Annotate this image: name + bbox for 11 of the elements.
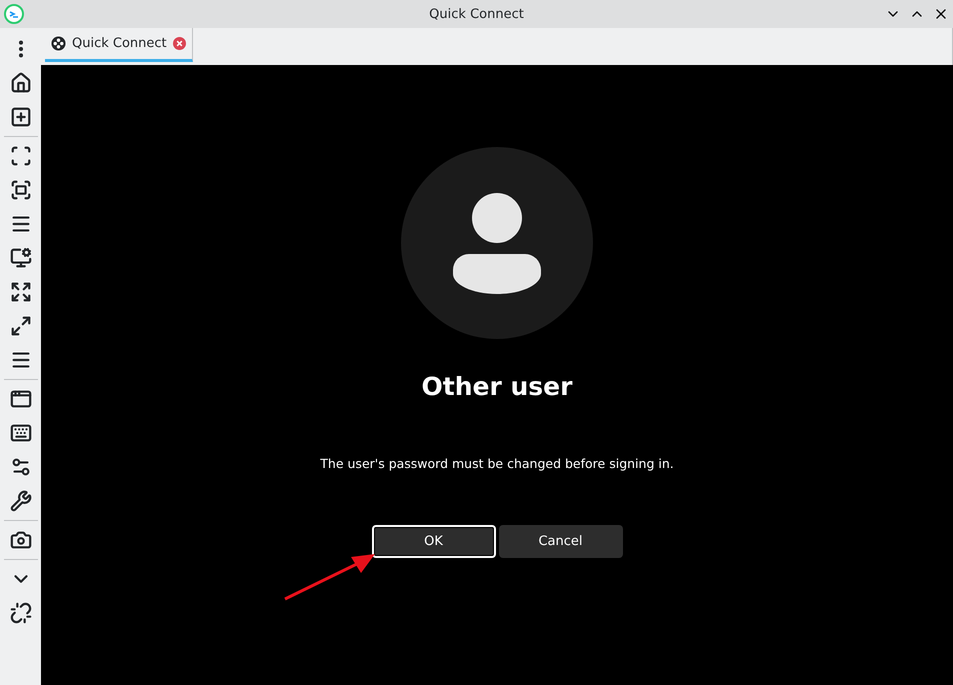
close-tab-icon[interactable] bbox=[172, 37, 186, 50]
message-text: The user's password must be changed before signing in. bbox=[320, 456, 674, 471]
ok-button[interactable]: OK bbox=[372, 525, 496, 558]
tab-label: Quick Connect bbox=[72, 36, 167, 51]
window-title: Quick Connect bbox=[429, 6, 524, 22]
tab[interactable]: Quick Connect bbox=[45, 28, 193, 62]
user-name: Other user bbox=[422, 372, 572, 401]
connection-icon bbox=[51, 36, 66, 51]
app-logo-icon bbox=[4, 4, 24, 24]
user-avatar-icon bbox=[401, 147, 593, 339]
cancel-button[interactable]: Cancel bbox=[498, 525, 622, 558]
